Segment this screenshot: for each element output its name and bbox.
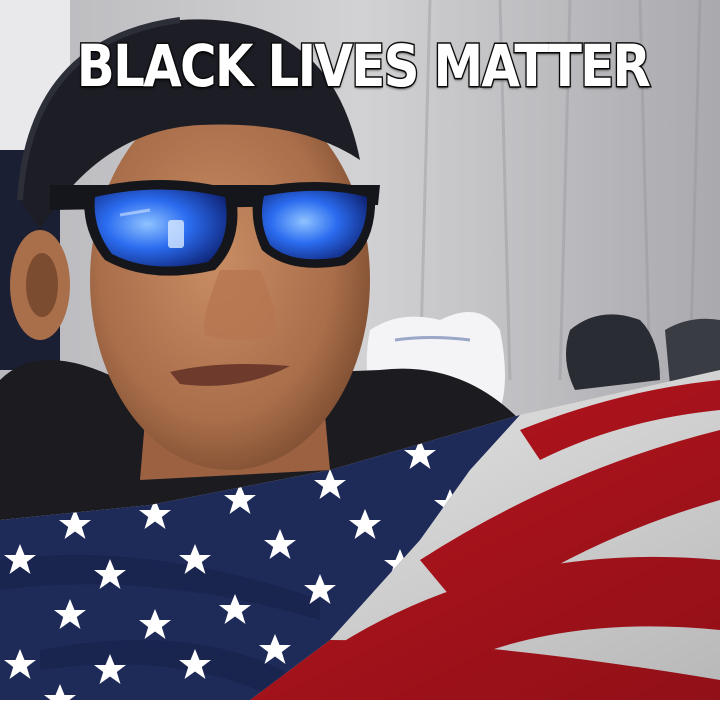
bottom-border	[0, 700, 720, 720]
photo	[0, 0, 720, 720]
photo-frame: BLACK LIVES MATTER	[0, 0, 720, 720]
caption-text: BLACK LIVES MATTER	[76, 31, 653, 102]
